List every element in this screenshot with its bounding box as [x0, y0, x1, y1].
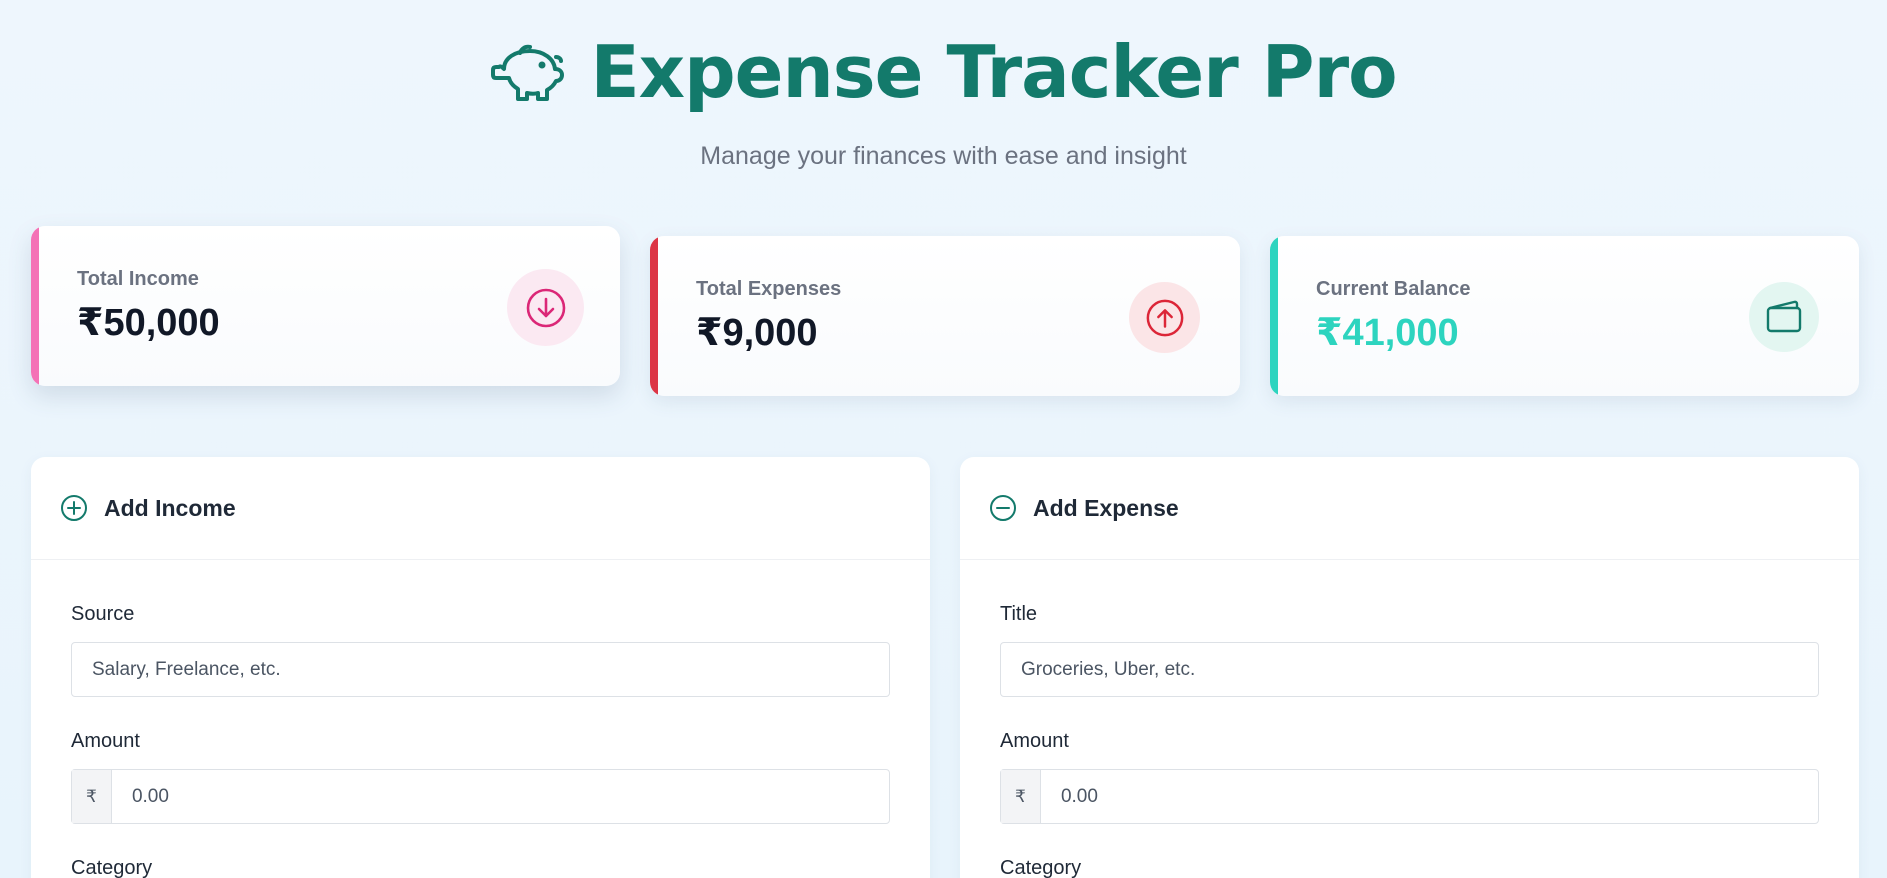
add-expense-header: Add Expense	[960, 457, 1859, 560]
income-accent-bar	[31, 226, 39, 386]
expenses-label: Total Expenses	[696, 278, 842, 300]
income-amount-label: Amount	[71, 730, 140, 752]
income-value: ₹50,000	[77, 302, 220, 344]
add-income-panel: Add Income Source Amount ₹ Category	[31, 457, 930, 878]
income-category-label: Category	[71, 857, 153, 878]
title-input[interactable]	[1001, 643, 1818, 696]
expense-amount-label: Amount	[1000, 730, 1069, 752]
income-summary-card: Total Income ₹50,000	[31, 226, 620, 386]
source-input[interactable]	[72, 643, 889, 696]
currency-prefix: ₹	[1001, 770, 1041, 823]
add-income-title: Add Income	[104, 494, 236, 521]
currency-prefix: ₹	[72, 770, 112, 823]
wallet-icon	[1749, 282, 1819, 352]
expense-amount-input[interactable]	[1040, 770, 1818, 823]
add-expense-panel: Add Expense Title Amount ₹ Category	[960, 457, 1859, 878]
expense-category-label: Category	[1000, 857, 1082, 878]
income-amount-field[interactable]: ₹	[71, 769, 890, 824]
title-label: Title	[1000, 603, 1038, 625]
balance-label: Current Balance	[1316, 278, 1471, 300]
balance-summary-card: Current Balance ₹41,000	[1270, 236, 1859, 396]
expenses-accent-bar	[650, 236, 658, 396]
income-amount-input[interactable]	[111, 770, 889, 823]
balance-accent-bar	[1270, 236, 1278, 396]
expenses-value: ₹9,000	[696, 312, 818, 354]
add-income-header: Add Income	[31, 457, 930, 560]
source-label: Source	[71, 603, 135, 625]
title-field[interactable]	[1000, 642, 1819, 697]
plus-circle-icon	[61, 495, 87, 521]
piggy-bank-icon	[491, 44, 565, 101]
income-label: Total Income	[77, 268, 199, 290]
page-subtitle: Manage your finances with ease and insig…	[700, 142, 1187, 170]
page-title: Expense Tracker Pro	[590, 30, 1397, 114]
expenses-summary-card: Total Expenses ₹9,000	[650, 236, 1240, 396]
arrow-down-circle-icon	[507, 269, 584, 346]
app-header: Expense Tracker Pro	[0, 30, 1887, 114]
arrow-up-circle-icon	[1129, 282, 1200, 353]
add-expense-title: Add Expense	[1033, 494, 1179, 521]
expense-amount-field[interactable]: ₹	[1000, 769, 1819, 824]
minus-circle-icon	[990, 495, 1016, 521]
balance-value: ₹41,000	[1316, 312, 1459, 354]
source-field[interactable]	[71, 642, 890, 697]
